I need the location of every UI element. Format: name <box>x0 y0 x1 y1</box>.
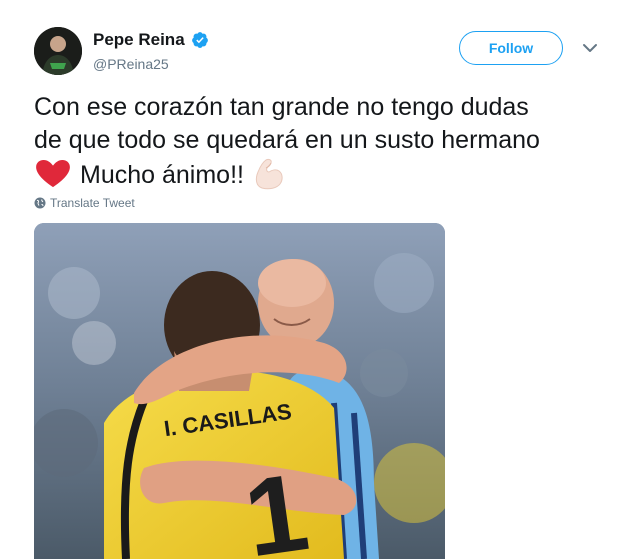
tweet-text-line-2: de que todo se quedará en un susto herma… <box>34 126 540 154</box>
follow-button[interactable]: Follow <box>459 31 563 65</box>
red-heart-emoji-icon <box>36 159 70 188</box>
flexed-biceps-emoji-icon <box>255 158 283 190</box>
translate-tweet-link[interactable]: Translate Tweet <box>34 196 135 210</box>
verified-badge-icon <box>191 32 208 48</box>
chevron-down-icon[interactable] <box>582 42 598 54</box>
globe-icon <box>34 197 46 209</box>
display-name[interactable]: Pepe Reina <box>93 30 185 50</box>
avatar[interactable] <box>34 27 82 75</box>
tweet-text-line-3: Mucho ánimo!! <box>34 157 614 192</box>
tweet-photo[interactable]: I. CASILLAS 1 <box>34 223 445 559</box>
user-handle[interactable]: @PReina25 <box>93 56 169 72</box>
tweet-text-line-3-words: Mucho ánimo!! <box>80 161 244 189</box>
author-name-row: Pepe Reina <box>93 30 209 50</box>
tweet-text: Con ese corazón tan grande no tengo duda… <box>34 91 614 192</box>
tweet-text-line-1: Con ese corazón tan grande no tengo duda… <box>34 93 529 121</box>
translate-tweet-label: Translate Tweet <box>50 196 135 210</box>
